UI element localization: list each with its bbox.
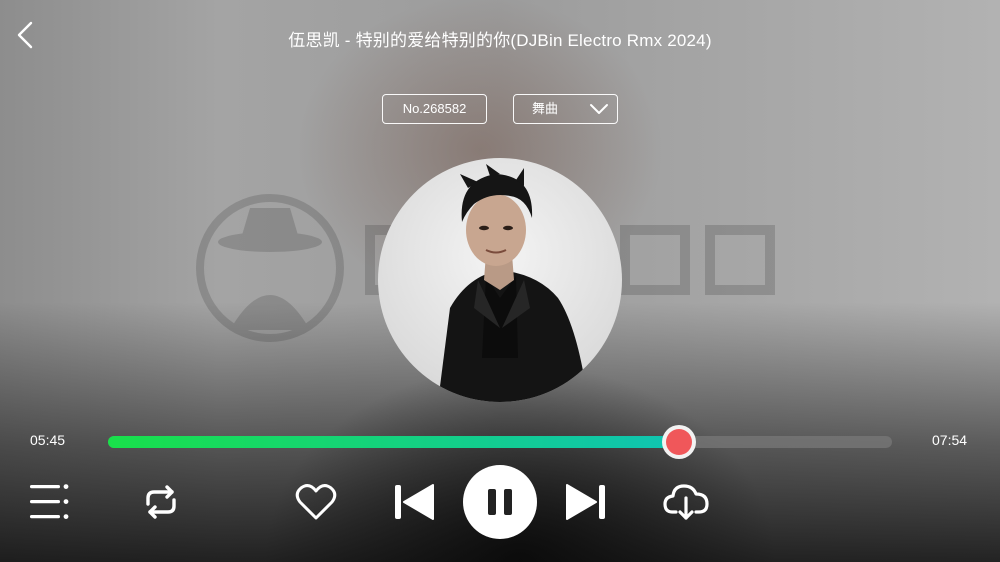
progress-bar[interactable] bbox=[108, 425, 892, 459]
pause-button[interactable] bbox=[463, 465, 537, 539]
previous-button[interactable] bbox=[393, 483, 435, 526]
genre-label: 舞曲 bbox=[532, 101, 559, 116]
next-button[interactable] bbox=[565, 483, 607, 526]
repeat-icon bbox=[146, 485, 176, 519]
playlist-button[interactable] bbox=[28, 483, 70, 526]
cloud-download-icon bbox=[663, 484, 709, 520]
album-cover bbox=[378, 158, 622, 402]
current-time: 05:45 bbox=[30, 432, 66, 448]
skip-next-icon bbox=[566, 484, 605, 520]
favorite-button[interactable] bbox=[295, 482, 337, 527]
progress-fill bbox=[108, 436, 679, 448]
total-time: 07:54 bbox=[932, 432, 968, 448]
skip-previous-icon bbox=[395, 484, 434, 520]
pause-icon bbox=[488, 489, 512, 515]
song-number-chip[interactable]: No.268582 bbox=[382, 94, 487, 124]
download-button[interactable] bbox=[662, 482, 710, 527]
song-title: 伍思凯 - 特别的爱给特别的你(DJBin Electro Rmx 2024) bbox=[288, 31, 712, 50]
genre-dropdown[interactable]: 舞曲 bbox=[513, 94, 618, 124]
repeat-button[interactable] bbox=[140, 484, 182, 525]
playlist-icon bbox=[30, 484, 69, 519]
heart-icon bbox=[295, 484, 337, 520]
progress-thumb[interactable] bbox=[661, 425, 696, 459]
chevron-down-icon bbox=[590, 104, 608, 114]
artist-portrait bbox=[438, 164, 588, 402]
